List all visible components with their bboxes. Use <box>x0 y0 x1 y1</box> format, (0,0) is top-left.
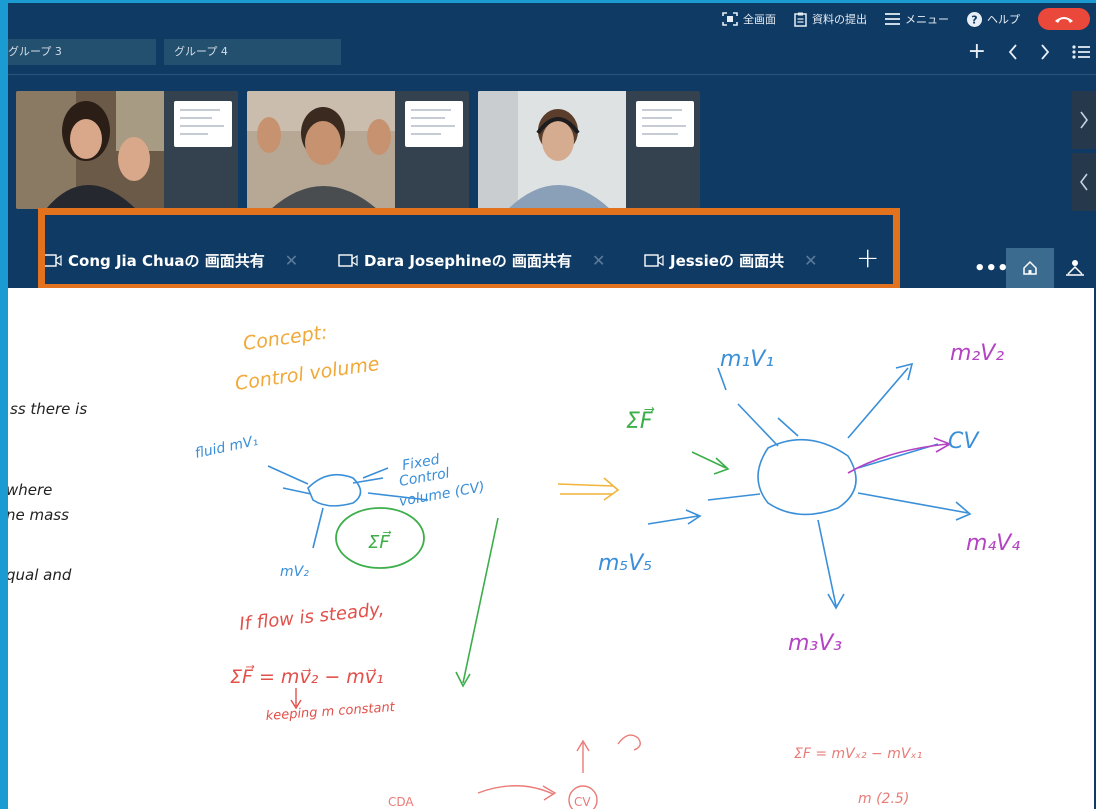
presenter-mode-button[interactable] <box>1054 248 1096 288</box>
steady-note: keeping m constant <box>265 700 396 724</box>
bottom-fragment: m (2.5) <box>858 791 909 807</box>
expand-button[interactable] <box>1072 153 1096 211</box>
fullscreen-icon <box>722 12 738 26</box>
m1v1-label: m₁V₁ <box>720 347 774 372</box>
end-call-button[interactable] <box>1038 8 1090 30</box>
board-text: qual and <box>8 566 72 584</box>
mv2-label: mV₂ <box>280 564 309 580</box>
submit-material-button[interactable]: 資料の提出 <box>794 11 867 27</box>
chevron-right-icon[interactable] <box>1040 44 1050 60</box>
more-icon[interactable]: ••• <box>974 258 1009 279</box>
list-icon[interactable] <box>1072 45 1090 59</box>
participant-video <box>247 91 395 209</box>
participant-tile[interactable] <box>247 91 469 209</box>
home-icon <box>1023 260 1037 275</box>
m3v3-label: m₃V₃ <box>788 631 842 656</box>
menu-button[interactable]: メニュー <box>885 11 949 27</box>
separator <box>8 74 1096 75</box>
m4v4-label: m₄V₄ <box>966 531 1020 556</box>
participant-tile[interactable] <box>478 91 700 209</box>
board-text: ss there is <box>10 400 87 418</box>
fullscreen-button[interactable]: 全画面 <box>722 11 776 27</box>
svg-text:?: ? <box>971 13 977 26</box>
help-label: ヘルプ <box>987 13 1020 26</box>
help-button[interactable]: ? ヘルプ <box>967 11 1020 27</box>
shared-doc-thumbnail[interactable] <box>636 101 694 147</box>
whiteboard-tools: ••• <box>974 248 1096 288</box>
bottom-equation: ΣF = mVₓ₂ − mVₓ₁ <box>794 746 922 762</box>
app-window: 全画面 資料の提出 メニュー ? ヘルプ グループ 3 グループ 4 + Con… <box>8 3 1096 809</box>
top-bar: 全画面 資料の提出 メニュー ? ヘルプ <box>8 3 1096 35</box>
sum-f-circle-label: ΣF⃗ <box>368 531 392 553</box>
hangup-icon <box>1055 17 1073 23</box>
board-text: ne mass <box>8 506 69 524</box>
participant-video <box>478 91 626 209</box>
submit-label: 資料の提出 <box>812 13 867 26</box>
sum-f-label: ΣF⃗ <box>626 407 655 434</box>
board-text: where <box>8 481 52 499</box>
chevron-left-icon[interactable] <box>1008 44 1018 60</box>
group-tab-3[interactable]: グループ 3 <box>8 39 156 65</box>
participant-tile[interactable] <box>16 91 238 209</box>
group-nav: + <box>968 41 1090 63</box>
group-tab-4[interactable]: グループ 4 <box>164 39 341 65</box>
concept-label: Concept: <box>242 321 329 355</box>
home-button[interactable] <box>1006 248 1054 288</box>
hamburger-icon <box>885 13 900 25</box>
group-tabs: グループ 3 グループ 4 <box>8 39 341 69</box>
add-group-icon[interactable]: + <box>968 41 986 63</box>
bottom-cv: CV <box>574 795 591 809</box>
highlight-box <box>38 208 900 291</box>
shared-doc-thumbnail[interactable] <box>174 101 232 147</box>
chevron-left-icon <box>1080 173 1088 191</box>
steady-text: If flow is steady, <box>238 599 385 635</box>
concept-label: Control volume <box>234 353 381 395</box>
chevron-right-icon <box>1080 111 1088 129</box>
collapse-button[interactable] <box>1072 91 1096 149</box>
presenter-icon <box>1066 260 1084 276</box>
cv-label: CV <box>948 429 980 454</box>
top-actions: 全画面 資料の提出 メニュー ? ヘルプ <box>722 8 1096 30</box>
menu-label: メニュー <box>905 13 949 26</box>
whiteboard[interactable]: ss there is where ne mass qual and Conce… <box>8 288 1094 809</box>
whiteboard-drawing: ss there is where ne mass qual and Conce… <box>8 321 1020 809</box>
fluid-in-label: fluid mV₁ <box>194 433 260 462</box>
help-icon: ? <box>967 11 982 27</box>
bottom-cda: CDA <box>388 795 414 809</box>
m2v2-label: m₂V₂ <box>950 341 1004 366</box>
fullscreen-label: 全画面 <box>743 13 776 26</box>
shared-doc-thumbnail[interactable] <box>405 101 463 147</box>
participant-video <box>16 91 164 209</box>
clipboard-icon <box>794 12 807 27</box>
steady-equation: ΣF⃗ = mv⃗₂ − mv⃗₁ <box>230 665 384 688</box>
m5v5-label: m₅V₅ <box>598 551 652 576</box>
